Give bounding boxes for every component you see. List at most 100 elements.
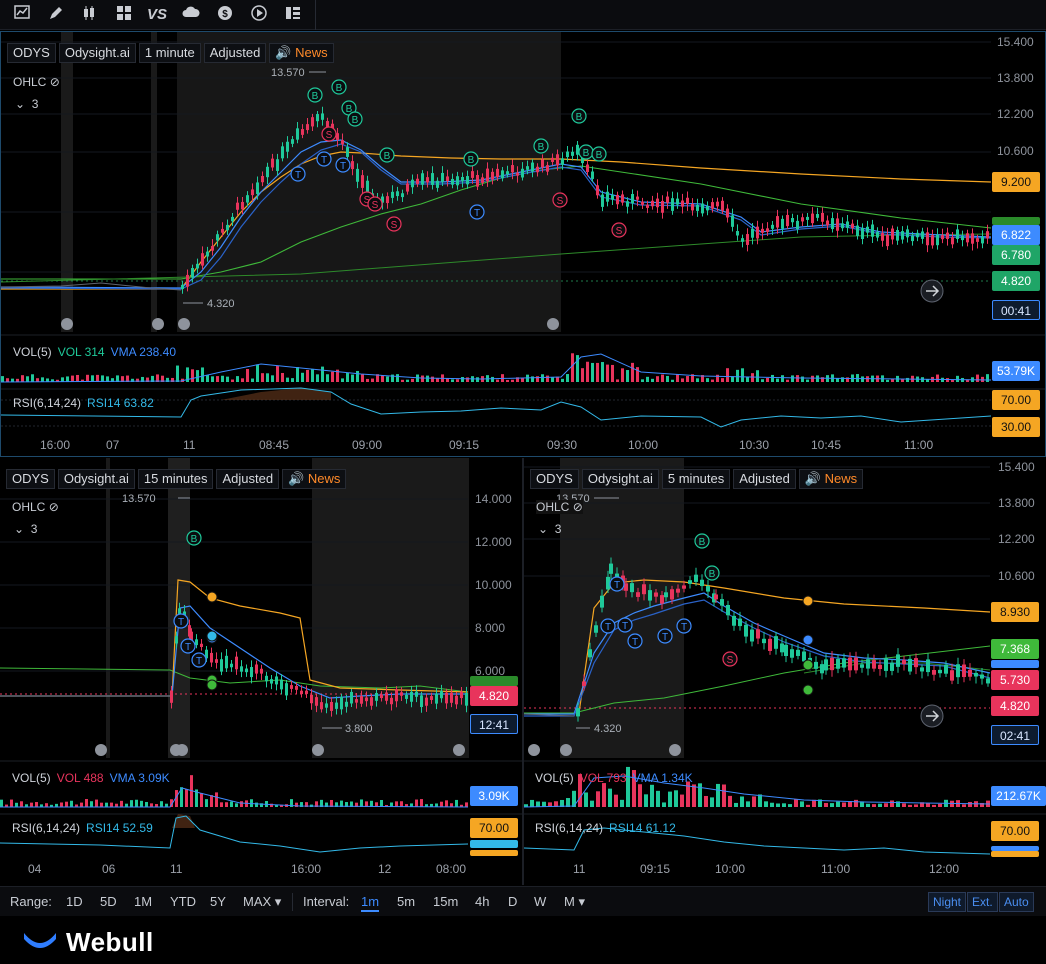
interval-w[interactable]: W — [534, 894, 546, 909]
x-tick: 12:00 — [929, 862, 960, 876]
svg-text:T: T — [185, 642, 191, 653]
right-chart-pane[interactable]: 13.570 4.320 BBTTTTTTS ODYS Odysight.ai … — [524, 458, 1046, 885]
signal-o-marker[interactable] — [206, 591, 218, 603]
interval-label[interactable]: 1 minute — [138, 43, 201, 63]
signal-b-marker[interactable]: B — [571, 108, 587, 124]
interval-d[interactable]: D — [508, 894, 517, 909]
night-toggle[interactable]: Night — [928, 892, 967, 912]
range-ytd[interactable]: YTD — [170, 894, 196, 909]
adjust-label[interactable]: Adjusted — [733, 469, 796, 489]
signal-t-marker[interactable]: T — [290, 166, 306, 182]
eye-off-icon[interactable]: ⊘ — [49, 500, 59, 514]
candle — [956, 657, 960, 685]
news-toggle[interactable]: 🔊 News — [798, 469, 864, 489]
signal-s-marker[interactable]: S — [611, 222, 627, 238]
signal-o-marker[interactable] — [802, 595, 814, 607]
signal-s-marker[interactable]: S — [321, 126, 337, 142]
signal-s-marker[interactable]: S — [722, 651, 738, 667]
eye-off-icon[interactable]: ⊘ — [573, 500, 583, 514]
symbol-label[interactable]: ODYS — [530, 469, 579, 489]
last-price-tag: 6.822 — [992, 225, 1040, 245]
ext-toggle[interactable]: Ext. — [967, 892, 998, 912]
signal-s-marker[interactable]: S — [386, 216, 402, 232]
signal-b-marker[interactable]: B — [331, 79, 347, 95]
signal-b-marker[interactable]: B — [533, 138, 549, 154]
top-chart-pane[interactable]: 13.570 4.320 BBBBSTTTBBBBBBSSSSST ODYS O… — [0, 31, 1046, 457]
signal-g-marker[interactable] — [206, 679, 218, 691]
collapse-indicator[interactable]: ⌄ 3 — [14, 522, 37, 536]
adjust-label[interactable]: Adjusted — [203, 43, 267, 63]
signal-b-marker[interactable]: B — [694, 533, 710, 549]
ohlc-label[interactable]: OHLC ⊘ — [536, 500, 583, 514]
symbol-label[interactable]: ODYS — [6, 469, 55, 489]
volume-bar — [752, 796, 756, 807]
news-toggle[interactable]: 🔊 News — [269, 43, 334, 63]
signal-t-marker[interactable]: T — [191, 652, 207, 668]
signal-b-marker[interactable]: B — [379, 147, 395, 163]
signal-t-marker[interactable]: T — [617, 617, 633, 633]
chart-line-icon[interactable] — [11, 5, 33, 25]
auto-toggle[interactable]: Auto — [999, 892, 1034, 912]
signal-b-marker[interactable]: B — [347, 111, 363, 127]
signal-s-marker[interactable]: S — [552, 192, 568, 208]
signal-t-marker[interactable]: T — [180, 638, 196, 654]
range-5d[interactable]: 5D — [100, 894, 117, 909]
signal-t-marker[interactable]: T — [600, 618, 616, 634]
range-1d[interactable]: 1D — [66, 894, 83, 909]
interval-15m[interactable]: 15m — [433, 894, 458, 909]
play-icon[interactable] — [248, 5, 270, 25]
signal-t-marker[interactable]: T — [316, 151, 332, 167]
signal-s-marker[interactable]: S — [367, 196, 383, 212]
signal-t-marker[interactable]: T — [469, 204, 485, 220]
candle — [290, 680, 293, 693]
ohlc-label[interactable]: OHLC ⊘ — [12, 500, 59, 514]
range-1m[interactable]: 1M — [134, 894, 152, 909]
interval-label[interactable]: 5 minutes — [661, 469, 731, 489]
signal-w-marker[interactable] — [802, 634, 814, 646]
left-chart-pane[interactable]: 13.570 3.800 BTTT ODYS Odysight.ai 15 mi… — [0, 458, 522, 885]
range-max[interactable]: MAX ▾ — [243, 894, 281, 910]
signal-g-marker[interactable] — [802, 659, 814, 671]
signal-c-marker[interactable] — [206, 630, 218, 642]
adjust-label[interactable]: Adjusted — [216, 469, 280, 489]
candle — [901, 226, 904, 244]
volume-bar — [761, 379, 764, 382]
signal-t-marker[interactable]: T — [657, 628, 673, 644]
interval-label[interactable]: 15 minutes — [137, 469, 214, 489]
symbol-label[interactable]: ODYS — [7, 43, 56, 63]
volume-bar — [201, 367, 204, 382]
signal-b-marker[interactable]: B — [307, 87, 323, 103]
signal-b-marker[interactable]: B — [704, 565, 720, 581]
signal-t-marker[interactable]: T — [627, 633, 643, 649]
pencil-icon[interactable] — [45, 5, 67, 25]
x-tick: 09:15 — [640, 862, 671, 876]
signal-g-marker[interactable] — [802, 684, 814, 696]
signal-t-marker[interactable]: T — [676, 618, 692, 634]
interval-5m[interactable]: 5m — [397, 894, 415, 909]
volume-bar — [662, 802, 666, 807]
volume-bar — [830, 803, 834, 807]
interval-4h[interactable]: 4h — [475, 894, 489, 909]
collapse-indicator[interactable]: ⌄ 3 — [538, 522, 561, 536]
signal-b-marker[interactable]: B — [591, 146, 607, 162]
signal-b-marker[interactable]: B — [578, 144, 594, 160]
vs-icon[interactable]: VS — [146, 5, 168, 25]
collapse-indicator[interactable]: ⌄ 3 — [15, 97, 38, 111]
news-toggle[interactable]: 🔊 News — [282, 469, 347, 489]
ma-long-tag: 8.930 — [991, 602, 1039, 622]
interval-1m[interactable]: 1m — [361, 894, 380, 912]
cloud-icon[interactable] — [180, 5, 202, 25]
signal-t-marker[interactable]: T — [609, 576, 625, 592]
list-icon[interactable] — [282, 5, 304, 25]
layout-icon[interactable] — [113, 5, 135, 25]
eye-off-icon[interactable]: ⊘ — [50, 75, 60, 89]
dollar-icon[interactable]: $ — [214, 5, 236, 25]
signal-t-marker[interactable]: T — [173, 613, 189, 629]
range-5y[interactable]: 5Y — [210, 894, 226, 909]
ohlc-label[interactable]: OHLC ⊘ — [13, 75, 60, 89]
signal-t-marker[interactable]: T — [335, 157, 351, 173]
signal-b-marker[interactable]: B — [463, 151, 479, 167]
candlestick-icon[interactable] — [78, 5, 100, 25]
signal-b-marker[interactable]: B — [186, 530, 202, 546]
interval-m[interactable]: M ▾ — [564, 894, 585, 910]
